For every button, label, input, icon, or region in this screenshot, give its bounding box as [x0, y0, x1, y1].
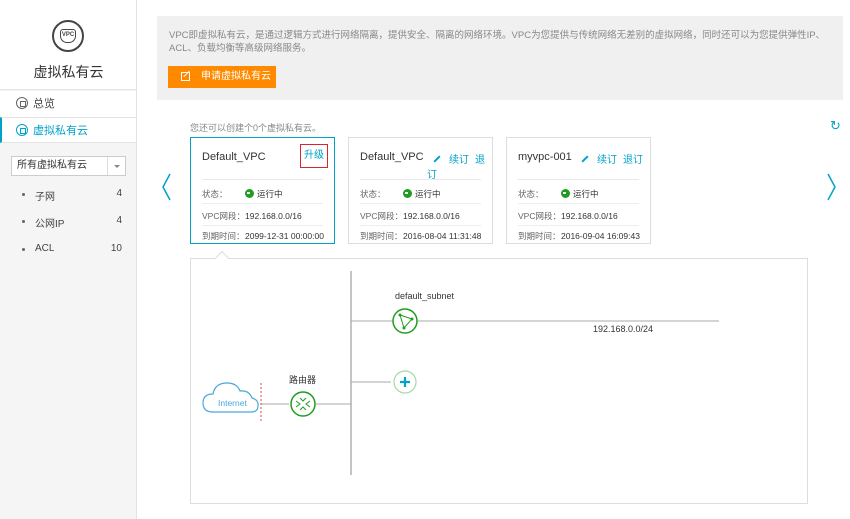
expire-value: 2016-09-04 16:09:43: [561, 231, 640, 241]
status-value: 运行中: [257, 189, 283, 199]
unsubscribe-link[interactable]: 退订: [623, 155, 643, 166]
subnet-cidr: 192.168.0.0/24: [593, 324, 654, 334]
segment-label: VPC网段：: [360, 211, 403, 221]
status-label: 状态：: [518, 189, 544, 199]
renew-link[interactable]: 续订: [597, 155, 617, 166]
sub-item-label: ACL: [35, 243, 55, 254]
router-label: 路由器: [289, 375, 317, 385]
segment-label: VPC网段：: [202, 211, 245, 221]
vpc-name: Default_VPC: [360, 151, 424, 163]
segment-value: 192.168.0.0/16: [245, 211, 302, 221]
status-label: 状态：: [202, 189, 228, 199]
status-label: 状态：: [360, 189, 386, 199]
add-subnet-button[interactable]: [393, 370, 417, 394]
sidebar: VPC 虚拟私有云 总览 虚拟私有云 所有虚拟私有云 子网 4 公网IP 4 ACL…: [0, 0, 137, 519]
expire-label: 到期时间：: [518, 231, 561, 241]
vpc-filter-value: 所有虚拟私有云: [17, 160, 87, 171]
vpc-description: VPC即虚拟私有云，是通过逻辑方式进行网络隔离，提供安全、隔离的网络环境。VPC…: [169, 30, 826, 54]
subnet-node[interactable]: [393, 309, 417, 333]
status-value: 运行中: [415, 189, 441, 199]
info-panel: VPC即虚拟私有云，是通过逻辑方式进行网络隔离，提供安全、隔离的网络环境。VPC…: [157, 16, 843, 100]
segment-label: VPC网段：: [518, 211, 561, 221]
nav-item-vpc[interactable]: 虚拟私有云: [0, 117, 136, 143]
subnet-name: default_subnet: [395, 291, 455, 301]
expire-value: 2099-12-31 00:00:00: [245, 231, 324, 241]
edit-icon: [181, 72, 190, 81]
nav-item-overview[interactable]: 总览: [0, 91, 136, 117]
expire-value: 2016-08-04 11:31:48: [403, 231, 482, 241]
running-status-icon: [245, 189, 254, 198]
topology-diagram: Internet 路由器 default_subnet 192.168.0.0/…: [190, 258, 808, 504]
apply-vpc-button[interactable]: 申请虚拟私有云: [168, 66, 276, 88]
running-status-icon: [561, 189, 570, 198]
nav-item-label: 总览: [33, 98, 55, 110]
upgrade-button[interactable]: 升级: [300, 144, 328, 168]
chevron-right-icon[interactable]: [826, 172, 838, 202]
overview-icon: [16, 97, 28, 109]
pencil-icon: [433, 155, 441, 163]
vpc-name: Default_VPC: [202, 151, 266, 163]
sidebar-title: 虚拟私有云: [33, 64, 104, 80]
nav-item-label: 虚拟私有云: [33, 125, 88, 137]
chevron-left-icon[interactable]: [160, 172, 172, 202]
sub-item-label: 公网IP: [35, 219, 65, 230]
sub-item-count: 4: [116, 188, 122, 199]
pencil-icon: [581, 155, 589, 163]
vpc-card[interactable]: myvpc-001 续订 退订 状态： 运行中 VPC网段：192.168.0.0/…: [506, 137, 651, 244]
vpc-name: myvpc-001: [518, 151, 572, 163]
expire-label: 到期时间：: [360, 231, 403, 241]
vpc-card[interactable]: Default_VPC 续订 退订 状态： 运行中 VPC网段：192.168.0.…: [348, 137, 493, 244]
running-status-icon: [403, 189, 412, 198]
internet-label: Internet: [218, 398, 247, 408]
renew-link[interactable]: 续订: [449, 155, 469, 166]
segment-value: 192.168.0.0/16: [403, 211, 460, 221]
sub-item-label: 子网: [35, 192, 55, 203]
chevron-down-icon: [107, 157, 125, 175]
expire-label: 到期时间：: [202, 231, 245, 241]
vpc-logo-text: VPC: [61, 32, 75, 38]
router-icon: [290, 391, 316, 417]
vpc-logo-icon: VPC: [52, 20, 84, 52]
segment-value: 192.168.0.0/16: [561, 211, 618, 221]
sub-item-count: 4: [116, 215, 122, 226]
sub-item-count: 10: [110, 243, 122, 254]
vpc-icon: [16, 124, 28, 136]
status-value: 运行中: [573, 189, 599, 199]
vpc-filter-select[interactable]: 所有虚拟私有云: [11, 156, 126, 176]
refresh-icon[interactable]: ↻: [830, 118, 841, 134]
apply-vpc-label: 申请虚拟私有云: [201, 71, 271, 82]
topology-graphics: [202, 271, 719, 475]
vpc-card[interactable]: Default_VPC 升级 状态： 运行中 VPC网段：192.168.0.0/…: [190, 137, 335, 244]
quota-text: 您还可以创建个0个虚拟私有云。: [190, 123, 322, 133]
